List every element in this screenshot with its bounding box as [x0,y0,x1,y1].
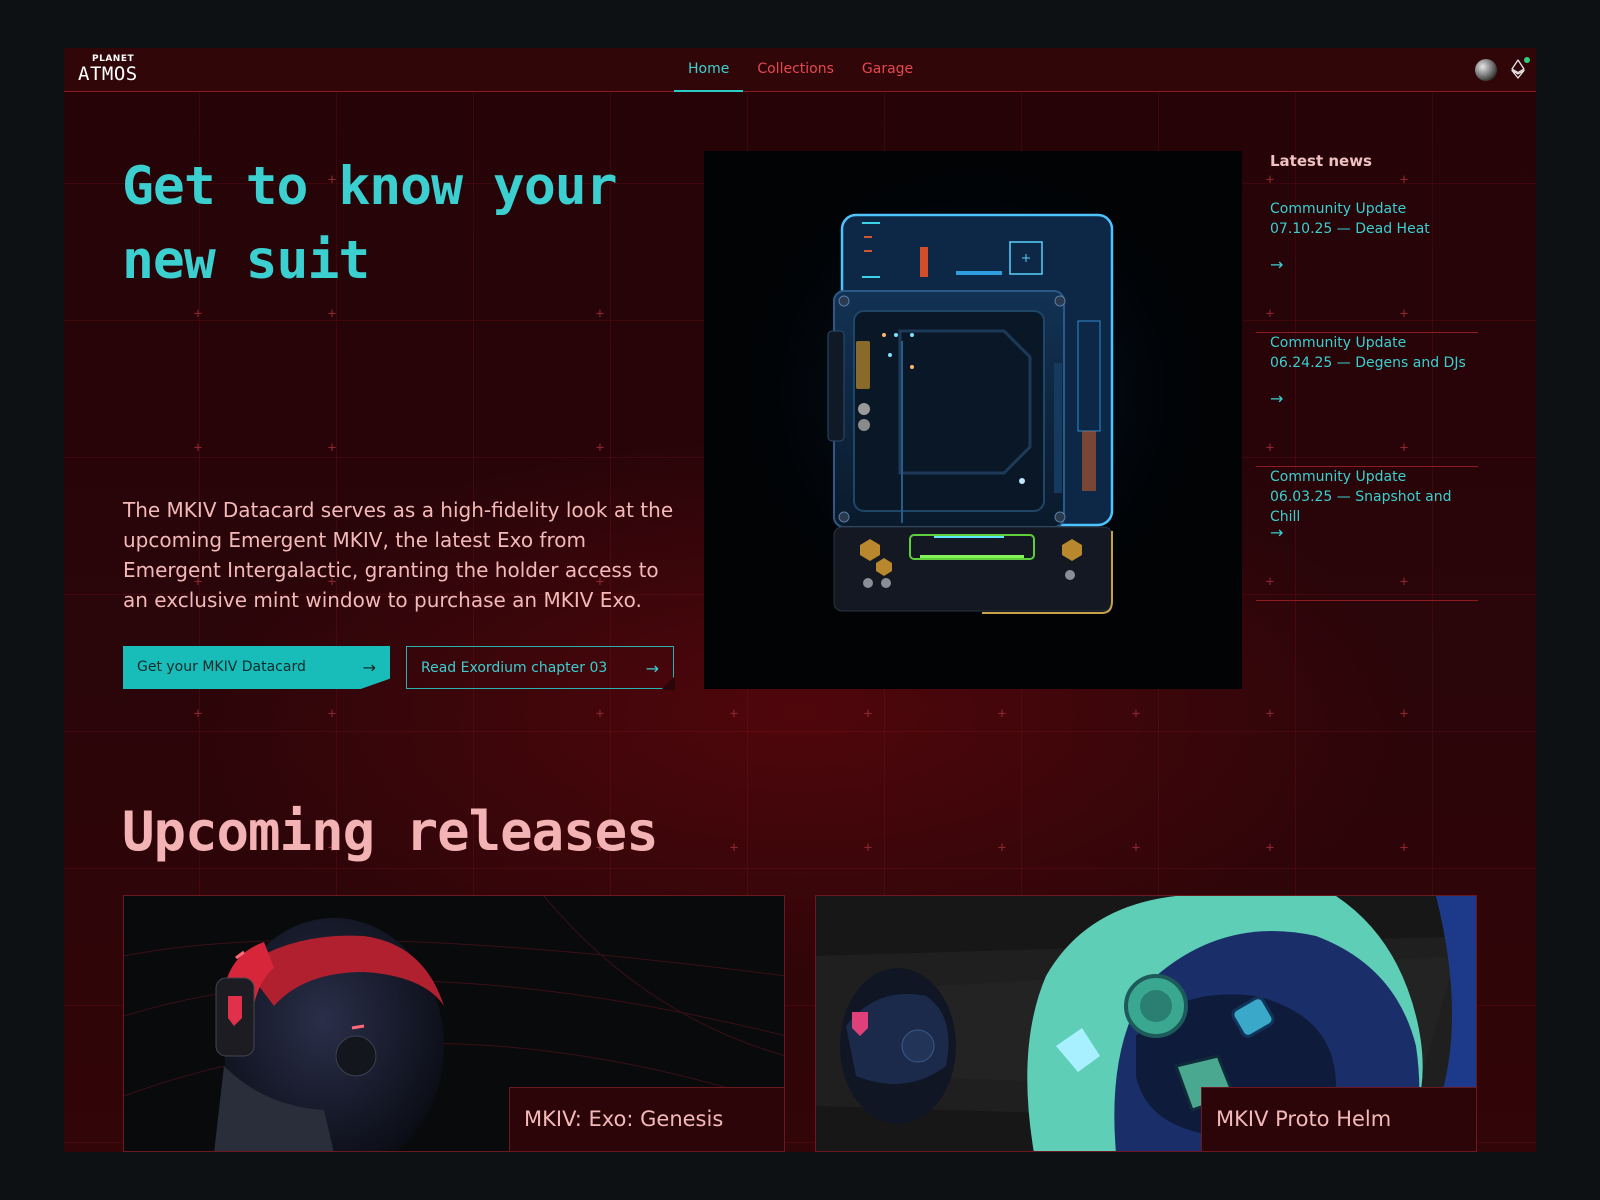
news-item[interactable]: Community Update 07.10.25 — Dead Heat → [1256,199,1478,333]
arrow-right-icon[interactable]: → [1270,523,1283,542]
grid-cross: + [729,840,739,856]
arrow-right-icon: → [645,659,659,678]
nav-collections[interactable]: Collections [743,48,848,92]
grid-cross: + [863,706,873,722]
grid-cross: + [193,440,203,456]
brand-name: ATMOS [78,63,138,85]
news-item[interactable]: Community Update 06.03.25 — Snapshot and… [1256,467,1478,601]
grid-cross: + [1265,172,1275,188]
grid-cross: + [595,306,605,322]
datacard-image [704,151,1242,689]
grid-cross: + [729,706,739,722]
grid-cross: + [193,706,203,722]
grid-cross: + [997,840,1007,856]
grid-cross: + [1265,706,1275,722]
brand-logo[interactable]: PLANET ATMOS [78,54,150,86]
globe-icon[interactable] [1475,59,1497,81]
grid-cross: + [1399,172,1409,188]
grid-cross: + [863,840,873,856]
arrow-right-icon[interactable]: → [1270,389,1283,408]
get-datacard-label: Get your MKIV Datacard [137,659,306,675]
release-card-proto-helm[interactable]: MKIV Proto Helm [815,895,1477,1152]
grid-cross: + [1131,706,1141,722]
arrow-right-icon: → [362,658,376,677]
upcoming-releases-heading: Upcoming releases [122,800,659,863]
news-item-title[interactable]: Community Update 06.24.25 — Degens and D… [1270,333,1470,373]
nav-home[interactable]: Home [674,48,744,92]
read-exordium-button[interactable]: Read Exordium chapter 03 → [406,646,674,689]
news-item[interactable]: Community Update 06.24.25 — Degens and D… [1256,333,1478,467]
grid-cross: + [595,440,605,456]
grid-cross: + [1265,840,1275,856]
release-card-label[interactable]: MKIV Proto Helm [1201,1087,1476,1151]
grid-cross: + [1131,840,1141,856]
status-dot [1524,57,1530,63]
nav-garage[interactable]: Garage [848,48,927,92]
arrow-right-icon[interactable]: → [1270,255,1283,274]
news-item-title[interactable]: Community Update 07.10.25 — Dead Heat [1270,199,1470,239]
grid-cross: + [1399,840,1409,856]
get-datacard-button[interactable]: Get your MKIV Datacard → [123,646,390,689]
grid-cross: + [1399,706,1409,722]
hero-title: Get to know your new suit [122,156,618,291]
news-item-title[interactable]: Community Update 06.03.25 — Snapshot and… [1270,467,1470,527]
grid-cross: + [193,306,203,322]
top-bar: PLANET ATMOS Home Collections Garage [64,48,1536,92]
hero-description: The MKIV Datacard serves as a high-fidel… [123,498,674,612]
page-frame: ++++++++++++++++++++++++++++++++++++++++… [64,48,1536,1152]
grid-cross: + [997,706,1007,722]
release-card-label[interactable]: MKIV: Exo: Genesis [509,1087,784,1151]
grid-cross: + [327,440,337,456]
grid-cross: + [327,306,337,322]
release-card-genesis[interactable]: MKIV: Exo: Genesis [123,895,785,1152]
grid-cross: + [327,706,337,722]
news-heading: Latest news [1270,152,1372,170]
read-exordium-label: Read Exordium chapter 03 [421,660,608,676]
grid-cross: + [595,706,605,722]
main-nav: Home Collections Garage [674,48,927,92]
